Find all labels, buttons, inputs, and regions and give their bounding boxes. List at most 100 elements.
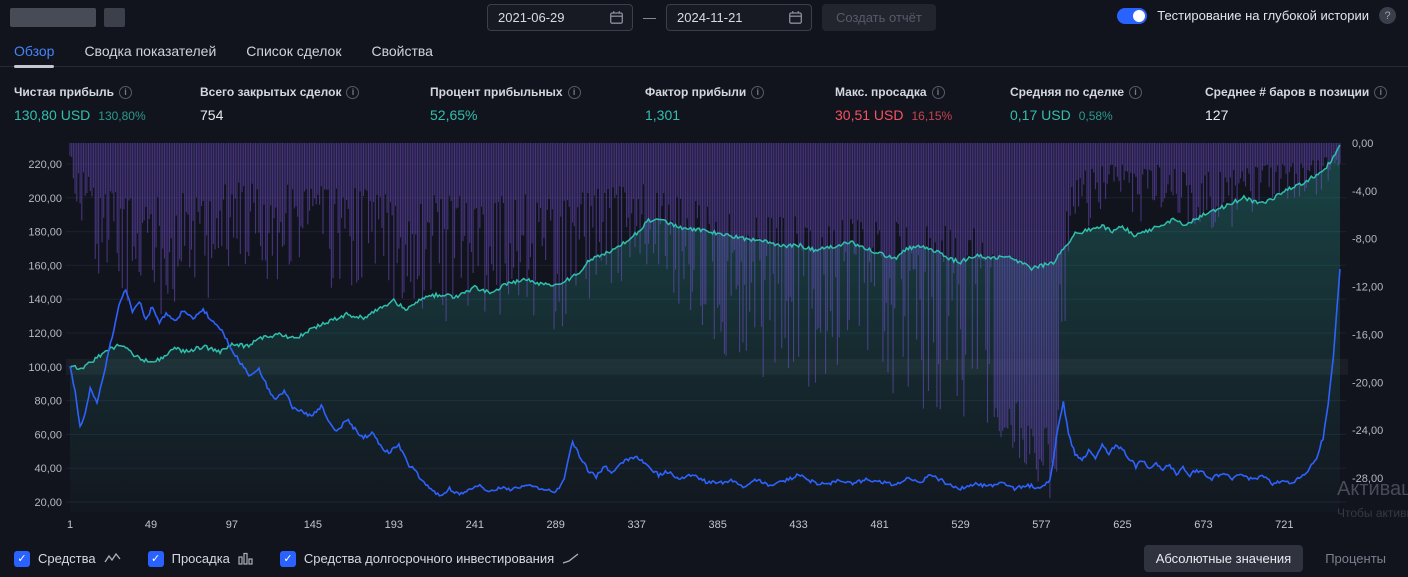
redacted-strategy-title[interactable] [10,8,96,27]
svg-text:-28,00: -28,00 [1352,473,1383,485]
right-axis: 0,00 -4,00 -8,00 -12,00 -16,00 -20,00 -24,00 -2… [1352,138,1383,485]
stat-label: Макс. просадка [835,85,927,99]
stat-profit-factor: Фактор прибыли i 1,301 [645,85,835,123]
legend-buy-and-hold[interactable]: ✓ Средства долгосрочного инвестирования [280,551,580,567]
svg-text:481: 481 [870,519,888,531]
equity-line-icon [104,552,122,565]
svg-text:0,00: 0,00 [1352,138,1373,150]
stat-label: Чистая прибыль [14,85,114,99]
svg-text:-24,00: -24,00 [1352,425,1383,437]
percent-values-button[interactable]: Проценты [1313,545,1398,572]
stat-value: 52,65% [430,107,477,123]
checkbox-checked[interactable]: ✓ [148,551,164,567]
date-to-input[interactable]: 2024-11-21 [666,4,812,31]
stat-avg-trade: Средняя по сделкеi 0,17 USD0,58% [1010,85,1205,123]
value-mode-switch: Абсолютные значения Проценты [1144,545,1398,572]
stat-secondary: 16,15% [911,109,952,123]
date-from-input[interactable]: 2021-06-29 [487,4,633,31]
info-icon[interactable]: i [751,86,764,99]
legend-label: Средства [38,551,96,566]
tab-properties[interactable]: Свойства [371,36,432,66]
svg-text:120,00: 120,00 [28,328,62,340]
svg-text:-20,00: -20,00 [1352,377,1383,389]
svg-text:140,00: 140,00 [28,294,62,306]
stat-total-closed-trades: Всего закрытых сделокi 754 [200,85,430,123]
info-icon[interactable]: i [568,86,581,99]
svg-text:49: 49 [145,519,157,531]
svg-text:241: 241 [466,519,484,531]
svg-text:1: 1 [67,519,73,531]
info-icon[interactable]: i [1129,86,1142,99]
help-icon[interactable]: ? [1379,7,1396,24]
x-axis: 1499714519324128933738543348152957762567… [67,519,1294,531]
svg-text:-12,00: -12,00 [1352,282,1383,294]
left-axis: 220,00200,00180,00160,00140,00120,00100,… [28,159,62,509]
legend-label: Просадка [172,551,230,566]
stat-secondary: 130,80% [98,109,145,123]
stat-label: Фактор прибыли [645,85,746,99]
legend-equity[interactable]: ✓ Средства [14,551,122,567]
stat-value: 127 [1205,107,1228,123]
svg-text:100,00: 100,00 [28,362,62,374]
calendar-icon [609,10,624,25]
info-icon[interactable]: i [932,86,945,99]
info-icon[interactable]: i [1374,86,1387,99]
stat-value: 0,17 USD [1010,107,1071,123]
drawdown-bars-icon [238,552,254,565]
deep-history-toggle[interactable] [1117,8,1147,24]
stat-max-drawdown: Макс. просадкаi 30,51 USD16,15% [835,85,1010,123]
checkbox-checked[interactable]: ✓ [280,551,296,567]
buyhold-line-icon [562,552,580,565]
deep-history-control: Тестирование на глубокой истории ? [1117,7,1396,24]
info-icon[interactable]: i [119,86,132,99]
svg-text:625: 625 [1113,519,1131,531]
date-range: 2021-06-29 — 2024-11-21 [487,4,812,31]
svg-text:577: 577 [1032,519,1050,531]
date-separator: — [643,10,656,25]
svg-text:433: 433 [789,519,807,531]
tab-list-of-trades[interactable]: Список сделок [246,36,341,66]
svg-text:80,00: 80,00 [34,396,62,408]
stat-label: Процент прибыльных [430,85,563,99]
svg-text:673: 673 [1194,519,1212,531]
info-icon[interactable]: i [346,86,359,99]
svg-text:193: 193 [385,519,403,531]
svg-text:180,00: 180,00 [28,227,62,239]
svg-text:529: 529 [951,519,969,531]
stat-label: Средняя по сделке [1010,85,1124,99]
svg-text:97: 97 [226,519,238,531]
svg-text:-16,00: -16,00 [1352,329,1383,341]
stat-label: Всего закрытых сделок [200,85,341,99]
svg-text:721: 721 [1275,519,1293,531]
svg-text:200,00: 200,00 [28,193,62,205]
stats-row: Чистая прибыль i 130,80 USD 130,80% Всего … [14,85,1405,123]
stat-avg-bars-in-trade: Среднее # баров в позиции i 127 [1205,85,1405,123]
toggle-knob [1133,10,1145,22]
legend-drawdown[interactable]: ✓ Просадка [148,551,254,567]
stat-label: Среднее # баров в позиции [1205,85,1369,99]
deep-history-label: Тестирование на глубокой истории [1157,8,1369,23]
stat-percent-profitable: Процент прибыльных i 52,65% [430,85,645,123]
absolute-values-button[interactable]: Абсолютные значения [1144,545,1304,572]
generate-report-button: Создать отчёт [822,4,936,31]
stat-net-profit: Чистая прибыль i 130,80 USD 130,80% [14,85,200,123]
svg-text:385: 385 [708,519,726,531]
date-from-value: 2021-06-29 [498,10,565,25]
svg-text:-8,00: -8,00 [1352,234,1377,246]
svg-text:20,00: 20,00 [34,497,62,509]
checkbox-checked[interactable]: ✓ [14,551,30,567]
stat-value: 1,301 [645,107,680,123]
svg-text:289: 289 [547,519,565,531]
svg-text:160,00: 160,00 [28,260,62,272]
svg-text:40,00: 40,00 [34,463,62,475]
calendar-icon [788,10,803,25]
tab-performance-summary[interactable]: Сводка показателей [84,36,216,66]
redacted-strategy-icon[interactable] [104,8,125,27]
svg-text:145: 145 [304,519,322,531]
top-bar: 2021-06-29 — 2024-11-21 [0,0,1408,36]
date-to-value: 2024-11-21 [677,10,743,25]
tab-overview[interactable]: Обзор [14,36,54,66]
svg-text:-4,00: -4,00 [1352,186,1377,198]
tab-bar: Обзор Сводка показателей Список сделок С… [0,36,1408,67]
stat-value: 130,80 USD [14,107,90,123]
